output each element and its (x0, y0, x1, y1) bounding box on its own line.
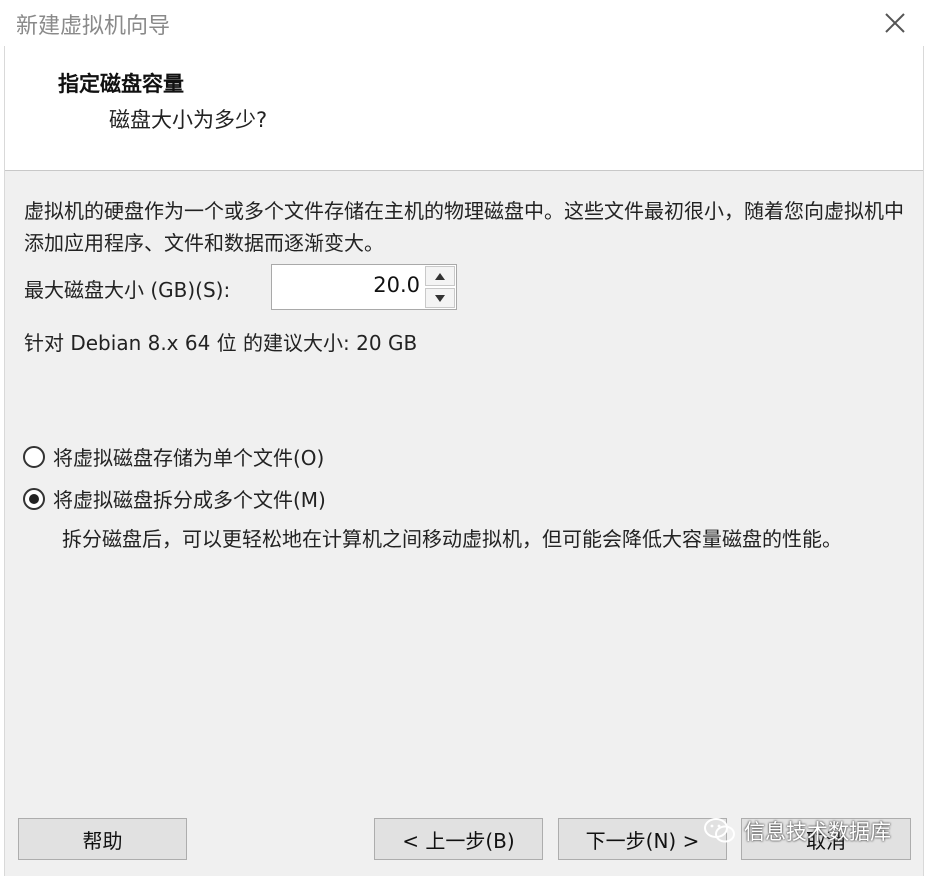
disk-description: 虚拟机的硬盘作为一个或多个文件存储在主机的物理磁盘中。这些文件最初很小，随着您向… (24, 199, 904, 255)
max-size-spinbox[interactable] (271, 264, 457, 310)
title-bar: 新建虚拟机向导 (0, 0, 928, 46)
window-title: 新建虚拟机向导 (16, 14, 171, 39)
wizard-header: 指定磁盘容量 磁盘大小为多少? (5, 46, 923, 171)
radio-selected-dot (29, 493, 39, 504)
radio-split-files[interactable]: 将虚拟磁盘拆分成多个文件(M) (23, 484, 326, 513)
spin-buttons (425, 266, 455, 308)
spin-down-button[interactable] (425, 288, 455, 308)
recommended-size: 针对 Debian 8.x 64 位 的建议大小: 20 GB (24, 331, 418, 355)
radio-button-single[interactable] (23, 445, 45, 468)
close-button[interactable] (878, 6, 912, 40)
radio-button-split[interactable] (23, 487, 45, 510)
back-button[interactable]: < 上一步(B) (374, 818, 543, 860)
max-size-label: 最大磁盘大小 (GB)(S): (24, 278, 231, 302)
window-frame-right (923, 46, 928, 876)
max-size-input[interactable] (272, 265, 424, 309)
page-title: 指定磁盘容量 (58, 72, 184, 96)
page-subtitle: 磁盘大小为多少? (109, 108, 268, 132)
watermark: 信息技术数据库 (704, 816, 891, 846)
arrow-down-icon (435, 294, 445, 302)
radio-split-label: 将虚拟磁盘拆分成多个文件(M) (53, 488, 326, 512)
wechat-icon (704, 818, 735, 843)
radio-single-file[interactable]: 将虚拟磁盘存储为单个文件(O) (23, 442, 324, 471)
arrow-up-icon (435, 272, 445, 280)
help-button[interactable]: 帮助 (18, 818, 187, 860)
watermark-text: 信息技术数据库 (744, 820, 891, 844)
wizard-body: 虚拟机的硬盘作为一个或多个文件存储在主机的物理磁盘中。这些文件最初很小，随着您向… (5, 171, 923, 876)
spin-up-button[interactable] (425, 266, 455, 286)
next-button[interactable]: 下一步(N) > (558, 818, 727, 860)
close-icon (885, 13, 905, 33)
split-description: 拆分磁盘后，可以更轻松地在计算机之间移动虚拟机，但可能会降低大容量磁盘的性能。 (62, 527, 842, 551)
radio-single-label: 将虚拟磁盘存储为单个文件(O) (53, 446, 325, 470)
